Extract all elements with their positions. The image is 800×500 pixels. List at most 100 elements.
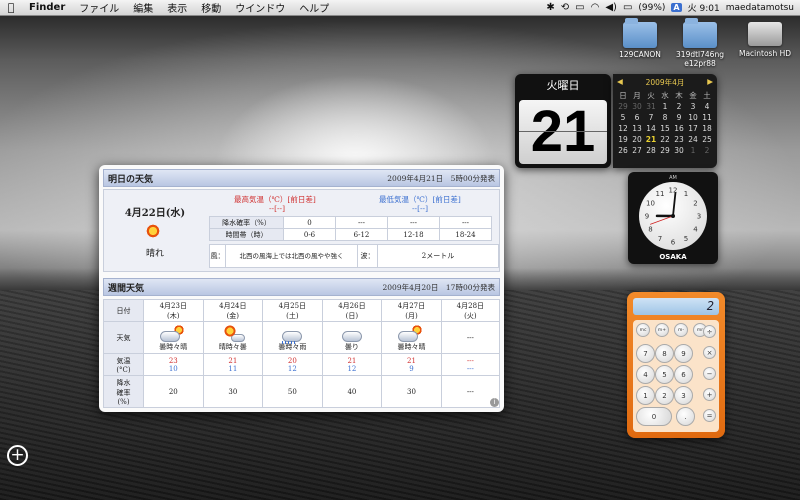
weekly-temp-cell: 21 9: [381, 353, 442, 376]
sun-cloud-icon: [219, 324, 247, 342]
menu-file[interactable]: ファイル: [72, 0, 126, 15]
desktop-icon-label: 319dtl746ng e12pr88: [676, 50, 724, 68]
calculator-key[interactable]: ÷: [703, 325, 716, 338]
temp-row-label: 気温 (°C): [103, 353, 144, 376]
calculator-key[interactable]: −: [703, 367, 716, 380]
desktop-icon-129canon[interactable]: 129CANON: [608, 18, 672, 59]
wifi-icon[interactable]: ◠: [591, 2, 600, 13]
calculator-widget[interactable]: 2 mcm+m-mr÷789×456−123+0.C=: [627, 292, 725, 438]
folder-icon: [623, 18, 657, 48]
calendar-widget[interactable]: ◀ 2009年4月 ▶ 日月火水木金土 29 30 31 1 2 3 4 5 6 7 8 9 10 11 12…: [613, 74, 717, 168]
weekly-weather-cell: ---: [440, 321, 501, 354]
calculator-key[interactable]: +: [703, 388, 716, 401]
calendar-day: 4: [704, 102, 710, 111]
calculator-key[interactable]: 8: [655, 344, 674, 363]
calculator-keypad: mcm+m-mr÷789×456−123+0.C=: [633, 320, 719, 432]
calendar-day: 20: [632, 135, 642, 144]
calendar-day: 25: [702, 135, 712, 144]
menu-help[interactable]: ヘルプ: [292, 0, 336, 15]
calculator-key[interactable]: 0: [636, 407, 672, 426]
pop-row-label: 降水 確率 (%): [103, 375, 144, 408]
weekday-label: 火曜日: [546, 79, 580, 92]
calendar-grid: 日月火水木金土 29 30 31 1 2 3 4 5 6 7 8 9 10 11 12 13 14 15 16 17 18…: [616, 91, 717, 156]
weekly-max: 21: [407, 356, 416, 365]
input-method-badge[interactable]: A: [671, 3, 682, 12]
battery-icon[interactable]: ▭: [623, 2, 632, 13]
calculator-key[interactable]: ×: [703, 346, 716, 359]
menubar-clock[interactable]: 火 9:01: [688, 1, 720, 14]
weekly-weather-cell: 曇り: [321, 321, 383, 354]
weekly-pop: 20: [143, 375, 204, 408]
calendar-day: 29: [618, 102, 628, 111]
calendar-weekday: 月: [633, 91, 641, 100]
volume-icon[interactable]: ◀): [605, 2, 617, 13]
calendar-day: 18: [702, 124, 712, 133]
desktop-icon-folder2[interactable]: 319dtl746ng e12pr88: [668, 18, 732, 68]
calculator-key[interactable]: =: [703, 409, 716, 422]
calculator-key[interactable]: 5: [655, 365, 674, 384]
weekly-pop: 40: [321, 375, 383, 408]
clock-numeral: 4: [693, 226, 698, 234]
clock-numeral: 9: [645, 213, 649, 221]
menu-window[interactable]: ウインドウ: [228, 0, 292, 15]
clock-city: OSAKA: [659, 253, 687, 261]
desktop-icon-label: Macintosh HD: [738, 49, 792, 58]
calendar-day: 6: [634, 113, 640, 122]
calculator-key[interactable]: 4: [636, 365, 655, 384]
tomorrow-date: 4月22日(水): [124, 208, 186, 219]
weekly-max: 20: [287, 356, 297, 365]
calendar-day: 16: [674, 124, 684, 133]
weekly-pop: 30: [381, 375, 442, 408]
calendar-weekday: 金: [689, 91, 697, 100]
calendar-day: 29: [660, 146, 670, 155]
weather-widget[interactable]: 明日の天気 2009年4月21日 5時00分発表 4月22日(水) 晴れ 最高気…: [99, 165, 504, 412]
cloud-rain-icon: [278, 324, 306, 344]
calendar-day: 10: [688, 113, 698, 122]
menu-go[interactable]: 移動: [194, 0, 228, 15]
menu-app-finder[interactable]: Finder: [22, 2, 72, 13]
weekly-pop: 30: [202, 375, 264, 408]
prev-month-icon[interactable]: ◀: [617, 77, 623, 88]
calculator-display: 2: [633, 298, 719, 315]
weekly-title: 週間天気: [108, 283, 145, 294]
add-widget-button[interactable]: +: [7, 445, 28, 466]
clock-numeral: 10: [646, 200, 655, 208]
tomorrow-title: 明日の天気: [108, 174, 154, 185]
calculator-key[interactable]: m+: [655, 323, 669, 337]
next-month-icon[interactable]: ▶: [707, 77, 713, 88]
calculator-key[interactable]: 6: [674, 365, 693, 384]
calculator-key[interactable]: 1: [636, 386, 655, 405]
clock-widget[interactable]: AM 1 2 3 4 5 6 7 8 9 10 11 12 OSAKA: [628, 172, 718, 264]
rain-cell: ---: [335, 216, 388, 229]
desktop-icon-label: 129CANON: [619, 50, 661, 59]
calendar-day: 30: [674, 146, 684, 155]
user-name[interactable]: maedatamotsu: [726, 3, 794, 13]
cloud-sun-icon: [159, 324, 187, 342]
period-cell: 12-18: [387, 228, 440, 241]
menu-view[interactable]: 表示: [160, 0, 194, 15]
info-icon[interactable]: i: [490, 398, 499, 407]
calculator-key[interactable]: 9: [674, 344, 693, 363]
weekly-header: 週間天気 2009年4月20日 17時00分発表: [103, 278, 500, 296]
calculator-key[interactable]: m-: [674, 323, 688, 337]
desktop-icon-macintosh-hd[interactable]: Macintosh HD: [733, 22, 797, 58]
time-machine-icon[interactable]: ⟲: [561, 2, 569, 13]
apple-menu-icon[interactable]: : [0, 1, 22, 14]
clock-numeral: 5: [684, 235, 688, 243]
weekly-date: 4月28日 (火): [440, 299, 501, 322]
weekly-condition: 晴時々曇: [218, 343, 247, 351]
date-widget[interactable]: 火曜日 21: [515, 74, 611, 168]
calculator-key[interactable]: 2: [655, 386, 674, 405]
bluetooth-icon[interactable]: ✱: [546, 2, 554, 13]
clock-face: 1 2 3 4 5 6 7 8 9 10 11 12: [639, 182, 707, 250]
calendar-day: 27: [632, 146, 642, 155]
weekly-temp-cell: --- ---: [440, 353, 501, 376]
calculator-key[interactable]: 3: [674, 386, 693, 405]
display-icon[interactable]: ▭: [575, 2, 584, 13]
calculator-key[interactable]: .: [676, 407, 695, 426]
calculator-key[interactable]: mc: [636, 323, 650, 337]
tomorrow-header: 明日の天気 2009年4月21日 5時00分発表: [103, 169, 500, 187]
calculator-key[interactable]: 7: [636, 344, 655, 363]
weekly-date: 4月24日 (金): [202, 299, 264, 322]
menu-edit[interactable]: 編集: [126, 0, 160, 15]
